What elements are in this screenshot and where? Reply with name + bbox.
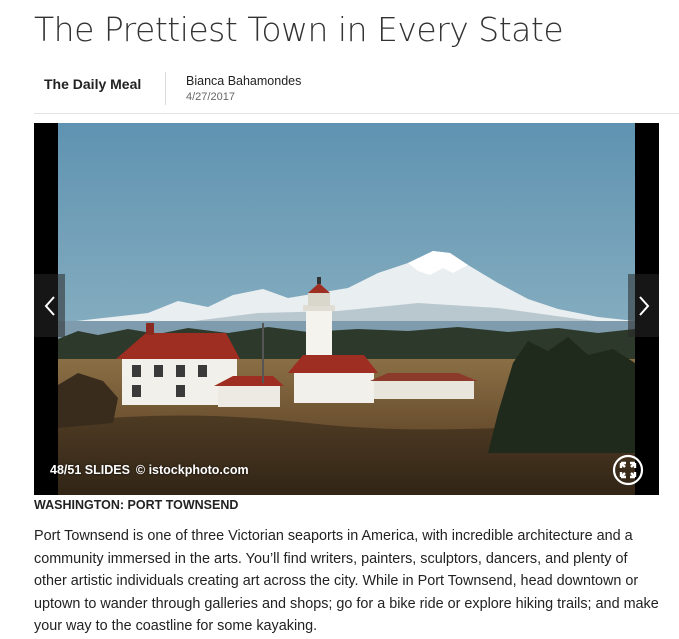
byline-divider bbox=[165, 72, 166, 105]
lighthouse-landscape-image bbox=[58, 123, 635, 495]
slide-photo bbox=[58, 123, 635, 495]
fullscreen-icon bbox=[612, 454, 644, 486]
slide-counter: 48/51 SLIDES bbox=[50, 463, 130, 477]
slide-info: 48/51 SLIDES © istockphoto.com bbox=[50, 463, 249, 477]
chevron-right-icon bbox=[638, 295, 649, 316]
source-name[interactable]: The Daily Meal bbox=[44, 76, 141, 92]
chevron-left-icon bbox=[44, 295, 55, 316]
slideshow: 48/51 SLIDES © istockphoto.com bbox=[34, 123, 659, 495]
publish-date: 4/27/2017 bbox=[186, 91, 235, 103]
article-title: The Prettiest Town in Every State bbox=[34, 10, 564, 49]
author-name: Bianca Bahamondes bbox=[186, 74, 302, 88]
slide-caption-title: WASHINGTON: PORT TOWNSEND bbox=[34, 498, 239, 512]
photo-credit: © istockphoto.com bbox=[135, 463, 249, 477]
byline: The Daily Meal Bianca Bahamondes 4/27/20… bbox=[34, 70, 679, 114]
next-slide-button[interactable] bbox=[628, 274, 659, 337]
previous-slide-button[interactable] bbox=[34, 274, 65, 337]
slide-description: Port Townsend is one of three Victorian … bbox=[34, 528, 659, 635]
fullscreen-button[interactable] bbox=[612, 454, 644, 486]
